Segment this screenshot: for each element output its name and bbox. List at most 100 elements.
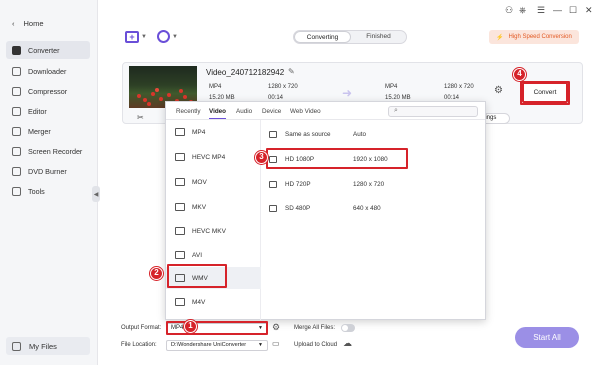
highlight-box-hd-1080p [266,148,408,169]
format-label: AVI [192,251,202,259]
tab-audio[interactable]: Audio [236,108,252,115]
screen-recorder-icon [12,146,21,156]
close-icon[interactable]: ✕ [585,5,593,16]
highlight-box-wmv [167,264,227,288]
step-badge-1: 1 [184,320,197,333]
chevron-down-icon: ▼ [258,342,263,348]
quality-item-hd-720p[interactable]: HD 720P 1280 x 720 [261,173,487,195]
highlight-box-convert [520,81,570,105]
merge-toggle[interactable] [341,324,355,332]
quality-name: HD 720P [285,180,311,188]
support-icon[interactable]: ⎈ [519,5,526,16]
highlight-box-output-format [166,321,268,335]
sidebar-item-screen-recorder[interactable]: Screen Recorder [6,142,90,160]
tab-recently[interactable]: Recently [176,108,201,115]
merge-label: Merge All Files: [294,325,336,331]
tab-web-video[interactable]: Web Video [290,108,321,115]
format-label: M4V [192,298,206,306]
sidebar-item-label: Editor [28,106,47,116]
scissors-icon[interactable]: ✂ [137,113,144,122]
file-location-select[interactable]: D:\Wondershare UniConverter ▼ [166,340,268,351]
video-format-icon [175,153,185,161]
tab-converting[interactable]: Converting [294,31,351,43]
sidebar-item-dvd-burner[interactable]: DVD Burner [6,162,90,180]
format-search-input[interactable]: ⌕ [388,106,478,117]
my-files-button[interactable]: My Files [6,337,90,355]
cloud-icon[interactable]: ☁ [343,338,352,349]
format-item-mkv[interactable]: MKV [166,196,261,218]
format-item-mp4[interactable]: MP4 [166,121,261,143]
format-item-mov[interactable]: MOV [166,171,261,193]
sidebar-item-downloader[interactable]: Downloader [6,62,90,80]
start-all-button[interactable]: Start All [515,327,579,348]
high-speed-label: High Speed Conversion [508,34,572,40]
high-speed-conversion-button[interactable]: ⚡ High Speed Conversion [489,30,579,44]
format-label: HEVC MP4 [192,153,226,161]
collapse-sidebar-button[interactable]: ◀ [92,186,100,202]
source-format: MP4 [209,84,222,90]
play-icon [269,204,277,212]
upload-cloud-label: Upload to Cloud [294,342,338,348]
format-settings-icon[interactable]: ⚙ [272,322,280,333]
account-icon[interactable]: ⚇ [505,5,513,16]
sidebar: ‹ Home Converter Downloader Compressor E… [0,0,98,365]
step-badge-2: 2 [150,267,163,280]
lightning-icon: ⚡ [496,34,504,41]
quality-resolution: 640 x 480 [353,204,381,212]
sidebar-item-compressor[interactable]: Compressor [6,82,90,100]
format-item-m4v[interactable]: M4V [166,291,261,313]
target-format: MP4 [385,84,398,90]
sidebar-item-label: Screen Recorder [28,146,83,156]
quality-item-sd-480p[interactable]: SD 480P 640 x 480 [261,197,487,219]
add-dvd-button[interactable] [157,30,170,43]
compressor-icon [12,86,21,96]
format-category-tabs: Recently Video Audio Device Web Video ⌕ [166,102,485,120]
menu-icon[interactable]: ☰ [537,5,545,16]
format-item-avi[interactable]: AVI [166,244,261,266]
home-label: Home [23,19,44,28]
chevron-down-icon[interactable]: ▼ [141,34,147,40]
maximize-icon[interactable]: ☐ [569,5,577,16]
conversion-tabs: Converting Finished [293,30,407,44]
back-chevron-icon: ‹ [12,19,15,28]
quality-item-same-as-source[interactable]: Same as source Auto [261,123,487,145]
sidebar-item-label: DVD Burner [28,166,67,176]
video-format-icon [175,203,185,211]
minimize-icon[interactable]: — [553,5,562,15]
format-list: MP4 HEVC MP4 MOV MKV HEVC MKV AVI WMV M4… [166,120,261,320]
video-format-icon [175,251,185,259]
add-files-button[interactable]: + [125,31,139,43]
app-window: ⚇ ⎈ ☰ — ☐ ✕ ‹ Home Converter Downloader … [0,0,600,365]
format-item-hevc-mkv[interactable]: HEVC MKV [166,220,261,242]
format-label: HEVC MKV [192,227,226,235]
home-link[interactable]: ‹ Home [12,19,44,28]
quality-resolution: Auto [353,130,366,138]
folder-icon[interactable]: ▭ [272,339,280,348]
tools-icon [12,186,21,196]
video-format-icon [175,128,185,136]
tab-video[interactable]: Video [209,108,227,119]
sidebar-item-label: Merger [28,126,51,136]
tab-device[interactable]: Device [262,108,281,115]
source-resolution: 1280 x 720 [268,84,298,90]
quality-name: SD 480P [285,204,311,212]
step-badge-3: 3 [255,151,268,164]
settings-icon[interactable]: ⚙ [494,85,503,96]
target-resolution: 1280 x 720 [444,84,474,90]
sidebar-item-converter[interactable]: Converter [6,41,90,59]
rename-icon[interactable]: ✎ [288,67,295,76]
downloader-icon [12,66,21,76]
my-files-label: My Files [29,341,57,351]
format-label: MOV [192,178,207,186]
format-item-hevc-mp4[interactable]: HEVC MP4 [166,146,261,168]
video-format-icon [175,227,185,235]
sidebar-item-tools[interactable]: Tools [6,182,90,200]
sidebar-item-merger[interactable]: Merger [6,122,90,140]
tab-finished[interactable]: Finished [351,31,406,43]
merger-icon [12,126,21,136]
sidebar-item-editor[interactable]: Editor [6,102,90,120]
chevron-down-icon[interactable]: ▼ [172,34,178,40]
arrow-right-icon: ➜ [342,86,353,100]
step-badge-4: 4 [513,68,526,81]
folder-icon [12,341,21,351]
